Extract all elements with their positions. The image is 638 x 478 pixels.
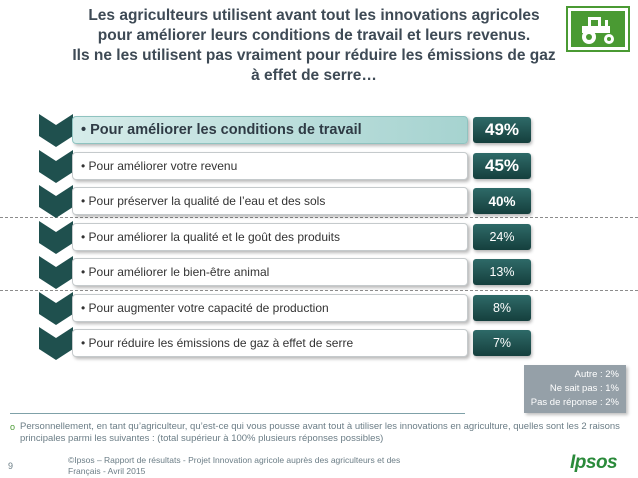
chevron-marker-icon <box>39 327 73 360</box>
footer-line-1: ©Ipsos – Rapport de résultats - Projet I… <box>68 455 401 465</box>
chevron-marker-icon <box>39 221 73 254</box>
value-label: 24% <box>473 224 531 250</box>
answer-label: • Pour améliorer votre revenu <box>81 159 238 173</box>
title-line-2: pour améliorer leurs conditions de trava… <box>97 27 531 44</box>
dont-know-answer: Ne sait pas : 1% <box>549 383 619 394</box>
title-line-3: Ils ne les utilisent pas vraiment pour r… <box>72 47 556 64</box>
answer-label: • Pour améliorer les conditions de trava… <box>81 122 362 138</box>
note-text: Personnellement, en tant qu’agriculteur,… <box>20 421 620 444</box>
value-label: 13% <box>473 259 531 285</box>
chevron-marker-icon <box>39 256 73 289</box>
answer-row: • Pour préserver la qualité de l’eau et … <box>72 187 468 215</box>
chevron-marker-icon <box>39 114 73 147</box>
answer-label: • Pour améliorer la qualité et le goût d… <box>81 230 341 244</box>
value-label: 7% <box>473 330 531 356</box>
title-line-1: Les agriculteurs utilisent avant tout le… <box>88 7 540 24</box>
other-answers-box: Autre : 2% Ne sait pas : 1% Pas de répon… <box>524 365 626 413</box>
slide-title: Les agriculteurs utilisent avant tout le… <box>40 6 588 86</box>
answer-label: • Pour augmenter votre capacité de produ… <box>81 301 329 315</box>
no-answer: Pas de réponse : 2% <box>530 397 619 408</box>
answer-label: • Pour préserver la qualité de l’eau et … <box>81 194 326 208</box>
chevron-marker-icon <box>39 150 73 183</box>
chevron-marker-icon <box>39 185 73 218</box>
note-bullet-icon: o <box>10 422 16 432</box>
tractor-icon <box>566 6 630 52</box>
separator-line-lower <box>0 290 638 291</box>
title-line-4: à effet de serre… <box>251 67 377 84</box>
chevron-marker-icon <box>39 292 73 325</box>
answer-label: • Pour améliorer le bien-être animal <box>81 265 270 279</box>
other-answer: Autre : 2% <box>574 369 619 380</box>
note-divider <box>10 413 465 414</box>
answer-row: • Pour améliorer votre revenu <box>72 152 468 180</box>
footer-text: ©Ipsos – Rapport de résultats - Projet I… <box>68 455 408 477</box>
answer-row: • Pour améliorer le bien-être animal <box>72 258 468 286</box>
answer-row: • Pour réduire les émissions de gaz à ef… <box>72 329 468 357</box>
value-label: 49% <box>473 117 531 143</box>
answer-label: • Pour réduire les émissions de gaz à ef… <box>81 336 354 350</box>
page-number: 9 <box>8 461 14 471</box>
answer-row: • Pour augmenter votre capacité de produ… <box>72 294 468 322</box>
footer-line-2: Français - Avril 2015 <box>68 466 146 476</box>
value-label: 40% <box>473 188 531 214</box>
question-note: o Personnellement, en tant qu’agriculteu… <box>10 421 630 445</box>
value-label: 8% <box>473 295 531 321</box>
separator-line-upper <box>0 217 638 218</box>
answer-row: • Pour améliorer les conditions de trava… <box>72 116 468 144</box>
ipsos-logo: Ipsos <box>570 452 618 473</box>
answer-row: • Pour améliorer la qualité et le goût d… <box>72 223 468 251</box>
value-label: 45% <box>473 153 531 179</box>
